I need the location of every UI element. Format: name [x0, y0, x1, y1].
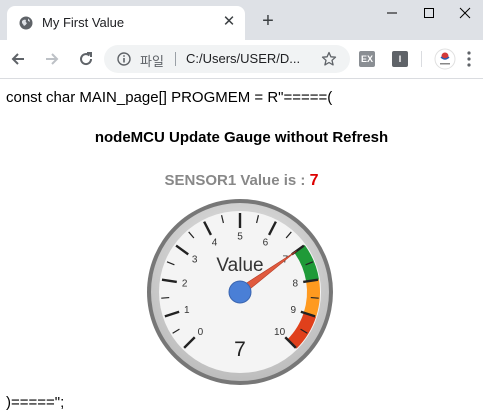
gauge-value-readout: 7: [234, 338, 246, 361]
gauge-hub: [228, 280, 252, 304]
gauge-tick-label: 6: [263, 238, 269, 249]
source-line-start: const char MAIN_page[] PROGMEM = R"=====…: [6, 89, 333, 106]
gauge-minor-tick: [161, 296, 170, 299]
url-text[interactable]: C:/Users/USER/D...: [186, 51, 300, 66]
browser-tab[interactable]: My First Value ✕: [7, 6, 245, 40]
maximize-button[interactable]: [411, 0, 447, 26]
gauge-tick-label: 2: [182, 279, 188, 290]
tab-title: My First Value: [42, 15, 125, 30]
sensor-label: SENSOR1 Value is :: [164, 172, 310, 189]
gauge-tick-label: 3: [192, 255, 198, 266]
profile-avatar-icon[interactable]: [434, 48, 456, 70]
forward-arrow-icon[interactable]: [42, 49, 62, 69]
globe-icon: [19, 16, 33, 30]
close-tab-icon[interactable]: ✕: [221, 14, 237, 30]
sensor-value: 7: [309, 172, 319, 189]
toolbar-divider: [421, 51, 422, 67]
bookmark-star-icon[interactable]: [321, 51, 337, 67]
gauge-minor-tick: [310, 296, 319, 299]
scheme-label: 파일: [140, 54, 164, 69]
address-bar[interactable]: 파일 C:/Users/USER/D...: [104, 45, 350, 73]
gauge-tick-label: 8: [293, 279, 299, 290]
extension-info-icon[interactable]: I: [392, 51, 408, 67]
gauge-tick-label: 0: [198, 327, 204, 338]
menu-dots-icon[interactable]: [466, 50, 472, 68]
source-line-end: )=====";: [6, 394, 65, 411]
reload-icon[interactable]: [76, 49, 96, 69]
sensor-readout: SENSOR1 Value is : 7: [0, 172, 483, 190]
page-heading: nodeMCU Update Gauge without Refresh: [94, 129, 389, 146]
tab-strip: My First Value ✕ +: [0, 0, 483, 40]
gauge-tick-label: 10: [274, 327, 286, 338]
gauge-tick-label: 9: [290, 305, 296, 316]
new-tab-button[interactable]: +: [258, 11, 278, 31]
info-icon[interactable]: [117, 52, 131, 66]
browser-toolbar: 파일 C:/Users/USER/D... EX I: [0, 40, 483, 79]
value-gauge: 012345678910 Value 7: [147, 199, 333, 385]
close-window-button[interactable]: [447, 0, 483, 26]
gauge-title: Value: [216, 255, 263, 276]
extension-ex-icon[interactable]: EX: [359, 51, 375, 67]
gauge-tick-label: 1: [184, 305, 190, 316]
minimize-button[interactable]: [374, 0, 410, 26]
address-separator: [175, 52, 176, 66]
gauge-tick-label: 4: [212, 238, 218, 249]
back-arrow-icon[interactable]: [8, 49, 28, 69]
gauge-tick-label: 5: [237, 232, 243, 243]
